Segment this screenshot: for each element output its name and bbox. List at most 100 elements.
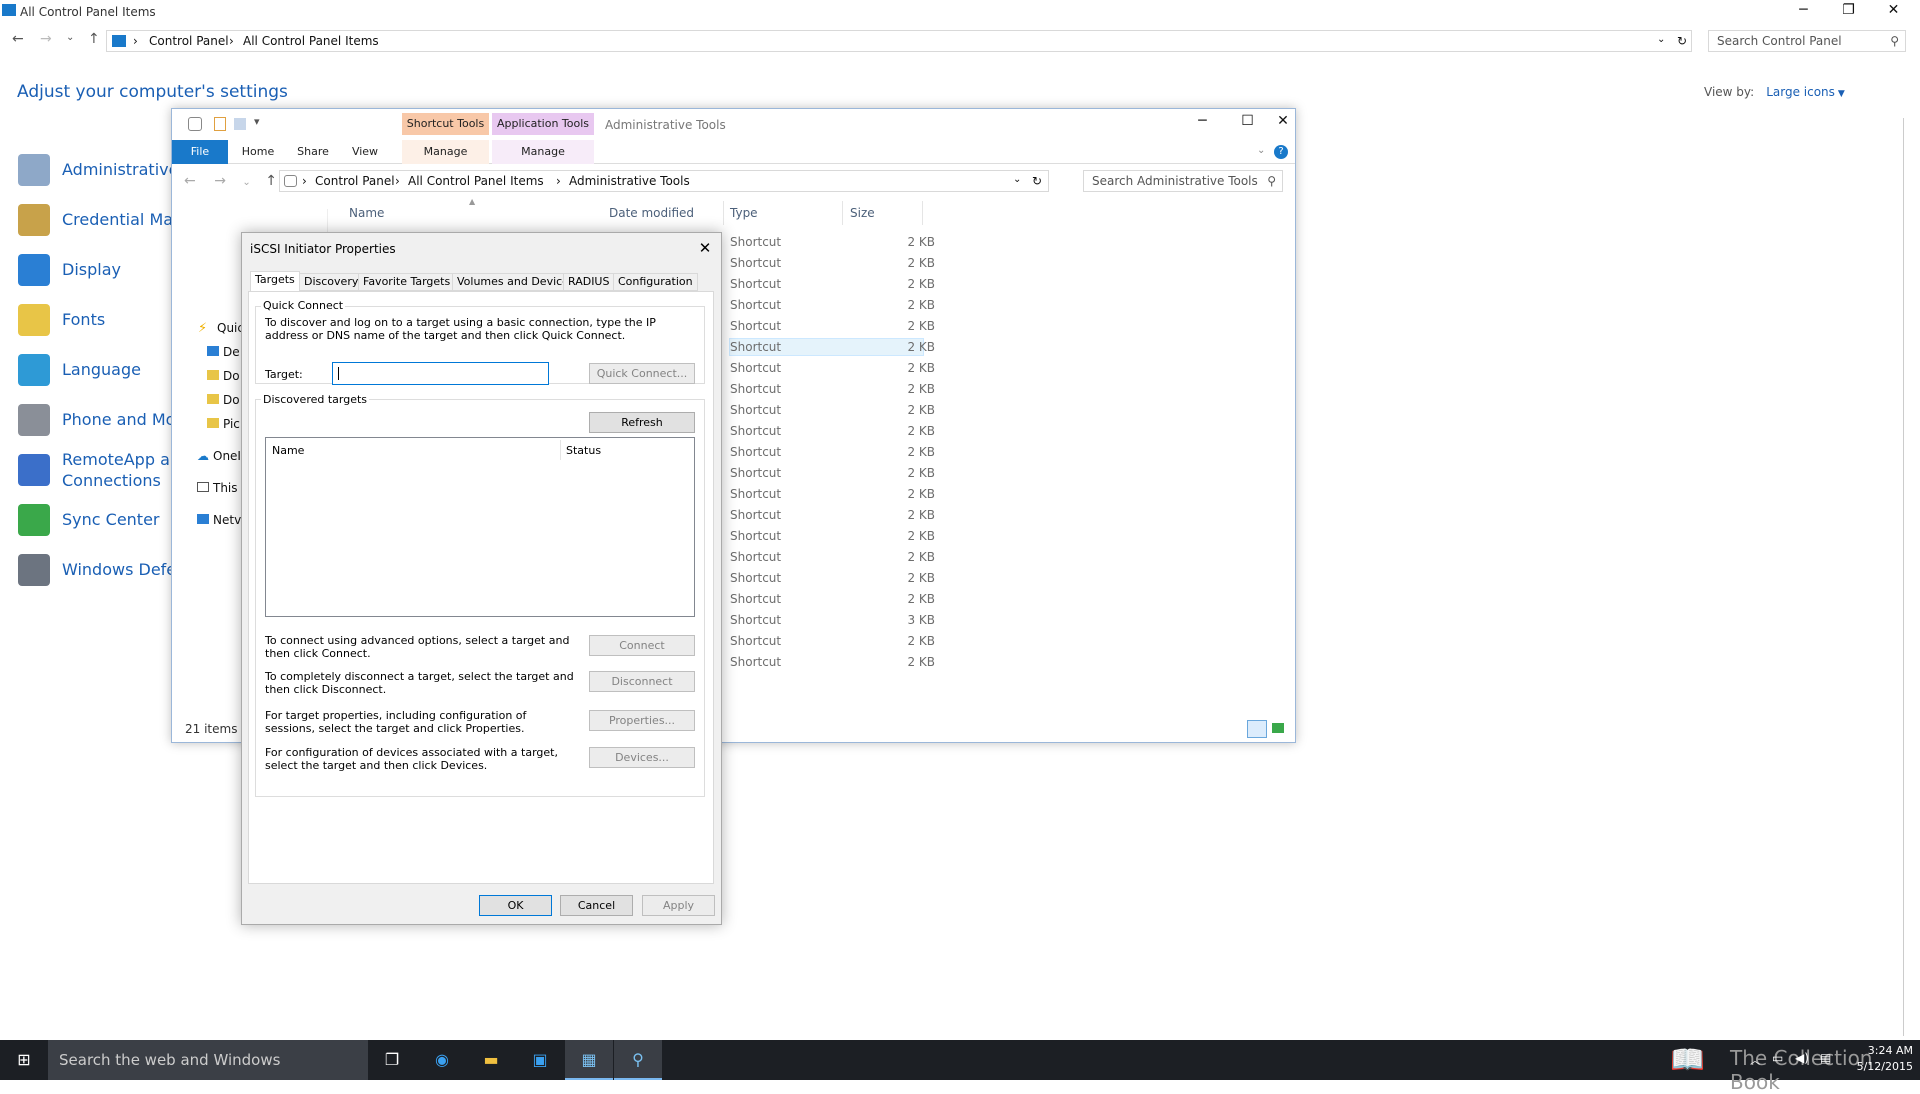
nav-onedrive[interactable]: ☁ OneI <box>197 449 241 463</box>
start-windows-icon[interactable]: ⊞ <box>0 1040 48 1080</box>
row-type[interactable]: Shortcut <box>730 571 781 585</box>
row-size[interactable]: 2 KB <box>895 571 935 585</box>
quick-connect-button[interactable]: Quick Connect... <box>589 363 695 384</box>
expand-ribbon-icon[interactable]: ⌄ <box>1257 145 1265 156</box>
cp-item[interactable]: Fonts <box>18 300 176 340</box>
refresh-icon[interactable]: ↻ <box>1677 34 1687 48</box>
row-type[interactable]: Shortcut <box>730 277 781 291</box>
row-type[interactable]: Shortcut <box>730 634 781 648</box>
row-type[interactable]: Shortcut <box>730 508 781 522</box>
tab-manage-shortcut[interactable]: Manage <box>402 140 489 164</box>
nav-this-pc[interactable]: This <box>197 481 238 495</box>
details-view-icon[interactable] <box>1247 720 1267 738</box>
cp-item[interactable]: RemoteApp and Connections <box>18 450 176 490</box>
restore-button[interactable]: ❐ <box>1826 0 1871 22</box>
row-size[interactable]: 3 KB <box>895 613 935 627</box>
row-size[interactable]: 2 KB <box>895 655 935 669</box>
row-size[interactable]: 2 KB <box>895 592 935 606</box>
cp-item[interactable]: Windows Defen <box>18 550 176 590</box>
row-type[interactable]: Shortcut <box>730 424 781 438</box>
recent-chevron-icon[interactable]: ⌄ <box>66 32 74 43</box>
cp-item[interactable]: Language <box>18 350 176 390</box>
cancel-button[interactable]: Cancel <box>560 895 633 916</box>
row-type[interactable]: Shortcut <box>730 361 781 375</box>
network-tray-icon[interactable]: ▭ <box>1772 1051 1783 1065</box>
large-icons-view-icon[interactable] <box>1272 723 1284 733</box>
dropdown-chevron-icon[interactable]: ⌄ <box>1013 174 1021 185</box>
row-size[interactable]: 2 KB <box>895 550 935 564</box>
forward-arrow-icon[interactable]: → <box>214 173 226 189</box>
address-bar[interactable]: › Control Panel › All Control Panel Item… <box>106 30 1692 52</box>
nav-documents[interactable]: Do <box>207 393 240 407</box>
column-date-modified[interactable]: Date modified <box>609 206 694 220</box>
row-type[interactable]: Shortcut <box>730 487 781 501</box>
tab-manage-application[interactable]: Manage <box>492 140 594 164</box>
row-size[interactable]: 2 KB <box>895 445 935 459</box>
new-folder-icon[interactable] <box>234 118 246 130</box>
devices-button[interactable]: Devices... <box>589 747 695 768</box>
row-size[interactable]: 2 KB <box>895 256 935 270</box>
tab-view[interactable]: View <box>340 140 390 164</box>
cp-item[interactable]: Sync Center <box>18 500 176 540</box>
close-button[interactable]: ✕ <box>1871 0 1916 22</box>
help-icon[interactable]: ? <box>1274 145 1288 159</box>
up-arrow-icon[interactable]: ↑ <box>88 31 100 47</box>
task-view-icon[interactable]: ❐ <box>368 1040 416 1080</box>
close-button[interactable]: ✕ <box>1270 109 1296 133</box>
cp-item[interactable]: Credential Mana <box>18 200 176 240</box>
row-type[interactable]: Shortcut <box>730 445 781 459</box>
discovered-targets-list[interactable]: Name Status <box>265 437 695 617</box>
tab-share[interactable]: Share <box>288 140 338 164</box>
control-panel-search[interactable]: Search Control Panel ⚲ <box>1708 30 1906 52</box>
row-size[interactable]: 2 KB <box>895 529 935 543</box>
iscsi-taskbar-icon[interactable]: ⚲ <box>614 1040 662 1080</box>
maximize-button[interactable]: ☐ <box>1225 109 1270 133</box>
edge-browser-icon[interactable]: ◉ <box>418 1040 466 1080</box>
column-divider[interactable] <box>922 201 923 225</box>
nav-desktop[interactable]: De <box>207 345 240 359</box>
list-column-status[interactable]: Status <box>566 444 601 457</box>
column-size[interactable]: Size <box>850 206 875 220</box>
cp-item[interactable]: Display <box>18 250 176 290</box>
row-type[interactable]: Shortcut <box>730 340 781 354</box>
properties-icon[interactable] <box>188 117 202 131</box>
explorer-address-bar[interactable]: › Control Panel › All Control Panel Item… <box>279 170 1049 192</box>
explorer-search[interactable]: Search Administrative Tools ⚲ <box>1083 170 1283 192</box>
store-icon[interactable]: ▣ <box>516 1040 564 1080</box>
tab-radius[interactable]: RADIUS <box>563 273 615 291</box>
row-size[interactable]: 2 KB <box>895 340 935 354</box>
row-size[interactable]: 2 KB <box>895 466 935 480</box>
tab-file[interactable]: File <box>172 140 228 164</box>
tab-configuration[interactable]: Configuration <box>613 273 698 291</box>
minimize-button[interactable]: ─ <box>1781 0 1826 22</box>
row-size[interactable]: 2 KB <box>895 424 935 438</box>
column-name[interactable]: Name <box>349 206 384 220</box>
ok-button[interactable]: OK <box>479 895 552 916</box>
row-size[interactable]: 2 KB <box>895 508 935 522</box>
target-input[interactable] <box>332 362 549 385</box>
row-type[interactable]: Shortcut <box>730 466 781 480</box>
connect-button[interactable]: Connect <box>589 635 695 656</box>
row-size[interactable]: 2 KB <box>895 634 935 648</box>
refresh-icon[interactable]: ↻ <box>1032 174 1042 188</box>
row-type[interactable]: Shortcut <box>730 613 781 627</box>
recent-chevron-icon[interactable]: ⌄ <box>242 177 250 188</box>
tab-favorite-targets[interactable]: Favorite Targets <box>358 273 456 291</box>
row-size[interactable]: 2 KB <box>895 403 935 417</box>
refresh-button[interactable]: Refresh <box>589 412 695 433</box>
clock[interactable]: 3:24 AM 5/12/2015 <box>1845 1043 1913 1075</box>
row-type[interactable]: Shortcut <box>730 550 781 564</box>
row-type[interactable]: Shortcut <box>730 235 781 249</box>
column-divider[interactable] <box>842 201 843 225</box>
apply-button[interactable]: Apply <box>642 895 715 916</box>
tab-home[interactable]: Home <box>230 140 286 164</box>
dropdown-triangle-icon[interactable]: ▼ <box>1838 89 1845 99</box>
breadcrumb-control-panel[interactable]: Control Panel <box>149 34 229 48</box>
row-size[interactable]: 2 KB <box>895 235 935 249</box>
properties-button[interactable]: Properties... <box>589 710 695 731</box>
breadcrumb-admin-tools[interactable]: Administrative Tools <box>569 174 690 188</box>
breadcrumb-all-items[interactable]: All Control Panel Items <box>408 174 544 188</box>
dialog-close-button[interactable]: ✕ <box>690 235 720 261</box>
action-center-icon[interactable]: ▤ <box>1820 1051 1831 1065</box>
row-size[interactable]: 2 KB <box>895 319 935 333</box>
